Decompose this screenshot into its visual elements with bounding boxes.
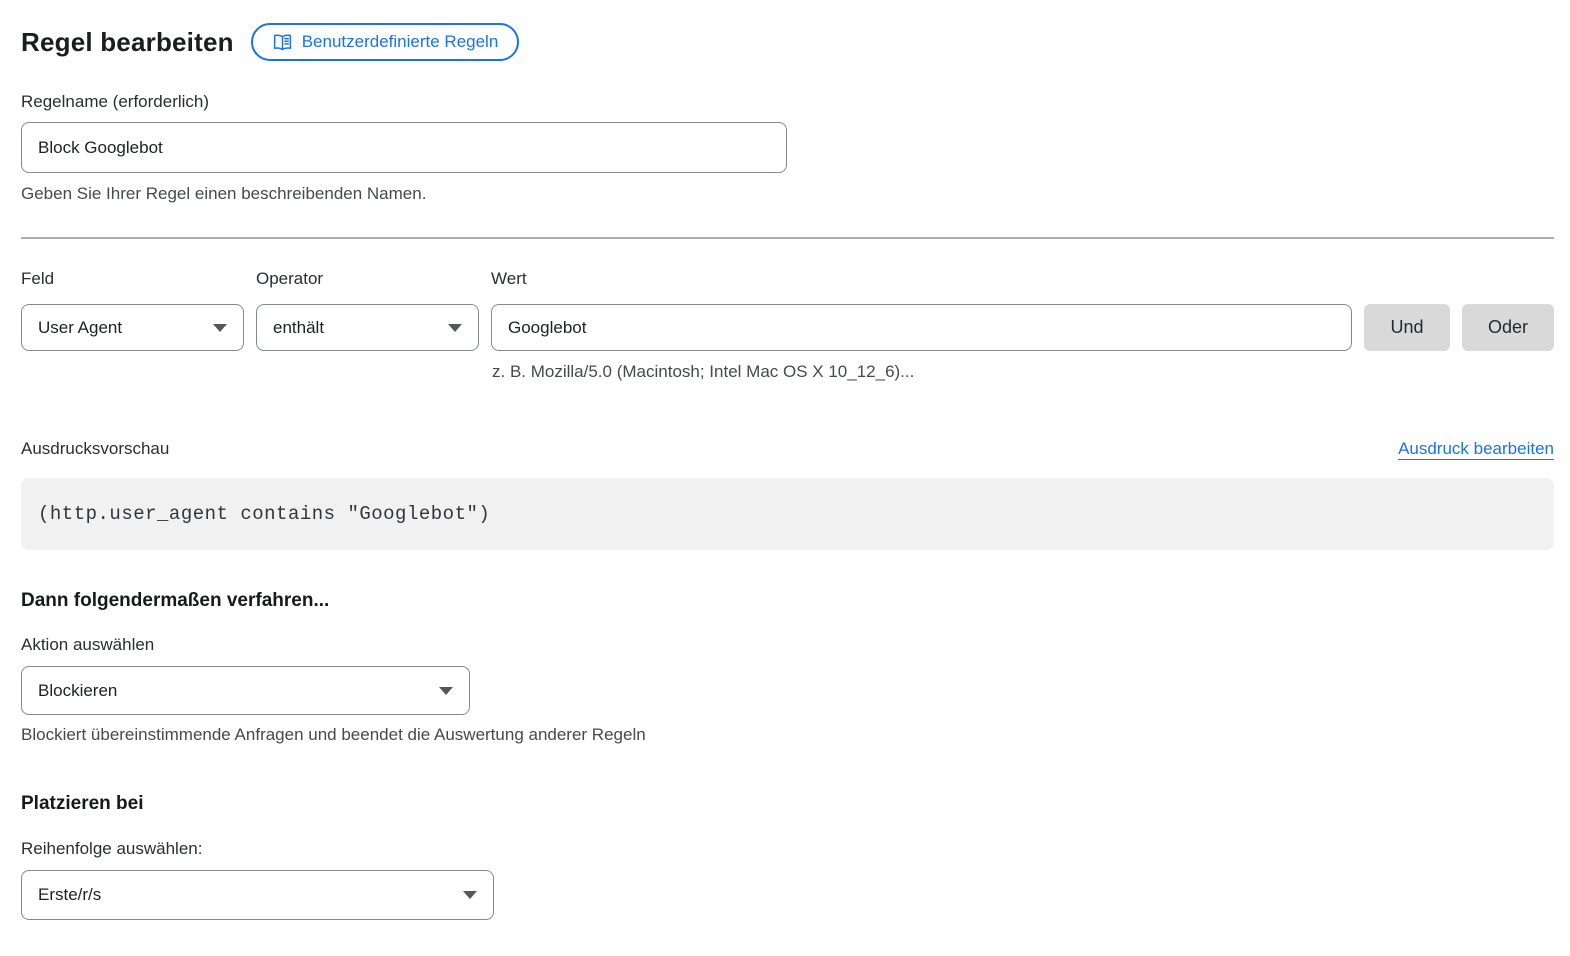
operator-select-value: enthält <box>273 318 324 338</box>
expression-builder-labels: Feld Operator Wert <box>21 268 1554 289</box>
page-title: Regel bearbeiten <box>21 27 234 58</box>
expression-preview-box: (http.user_agent contains "Googlebot") <box>21 478 1554 550</box>
edit-expression-link[interactable]: Ausdruck bearbeiten <box>1398 439 1554 459</box>
action-help: Blockiert übereinstimmende Anfragen und … <box>21 724 1554 745</box>
chevron-down-icon <box>439 687 453 695</box>
expression-preview-label: Ausdrucksvorschau <box>21 438 169 459</box>
action-section-heading: Dann folgendermaßen verfahren... <box>21 589 1554 613</box>
operator-select[interactable]: enthält <box>256 304 479 351</box>
page-header: Regel bearbeiten Benutzerdefinierte Rege… <box>21 22 1554 62</box>
expression-preview-header: Ausdrucksvorschau Ausdruck bearbeiten <box>21 438 1554 459</box>
action-select-label: Aktion auswählen <box>21 634 1554 655</box>
expression-code: (http.user_agent contains "Googlebot") <box>38 503 490 525</box>
action-select-value: Blockieren <box>38 681 117 701</box>
or-button[interactable]: Oder <box>1462 304 1554 351</box>
value-help: z. B. Mozilla/5.0 (Macintosh; Intel Mac … <box>492 361 1554 382</box>
section-divider <box>21 237 1554 239</box>
custom-rules-badge[interactable]: Benutzerdefinierte Regeln <box>251 23 520 61</box>
action-select[interactable]: Blockieren <box>21 666 470 715</box>
rule-name-help: Geben Sie Ihrer Regel einen beschreibend… <box>21 183 1554 204</box>
edit-rule-page: Regel bearbeiten Benutzerdefinierte Rege… <box>0 0 1570 920</box>
open-book-icon <box>272 32 293 53</box>
and-button[interactable]: Und <box>1364 304 1450 351</box>
placement-section-heading: Platzieren bei <box>21 792 1554 816</box>
rule-name-label: Regelname (erforderlich) <box>21 91 1554 112</box>
operator-label: Operator <box>256 268 479 289</box>
value-input[interactable] <box>491 304 1352 351</box>
placement-order-select[interactable]: Erste/r/s <box>21 870 494 920</box>
expression-builder-row: User Agent enthält Und Oder <box>21 304 1554 351</box>
field-label: Feld <box>21 268 244 289</box>
field-select-value: User Agent <box>38 318 122 338</box>
custom-rules-badge-label: Benutzerdefinierte Regeln <box>302 32 499 52</box>
rule-name-input[interactable] <box>21 122 787 173</box>
placement-order-label: Reihenfolge auswählen: <box>21 838 1554 859</box>
field-select[interactable]: User Agent <box>21 304 244 351</box>
placement-order-value: Erste/r/s <box>38 885 101 905</box>
chevron-down-icon <box>463 891 477 899</box>
value-label: Wert <box>491 268 1352 289</box>
chevron-down-icon <box>448 324 462 332</box>
chevron-down-icon <box>213 324 227 332</box>
